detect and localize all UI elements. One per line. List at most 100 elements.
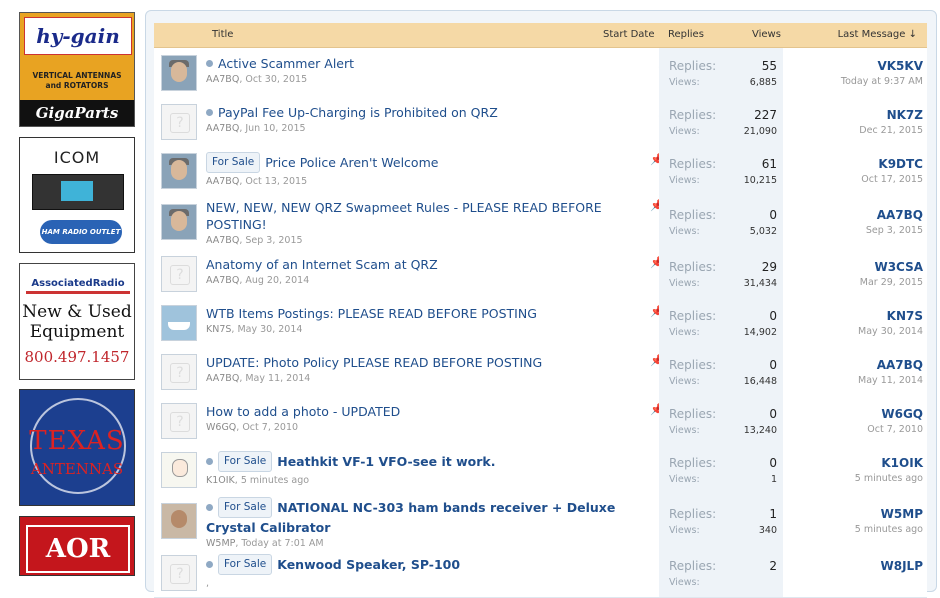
thread-stats: Replies: 29 Views: 31,434 — [659, 249, 783, 298]
icom-logo: ICOM — [53, 148, 101, 167]
last-poster[interactable]: K1OIK — [783, 456, 923, 470]
header-last-message[interactable]: Last Message ↓ — [838, 29, 917, 40]
placeholder-avatar-icon: ? — [170, 113, 190, 133]
header-start-date[interactable]: Start Date — [603, 29, 655, 40]
thread-row[interactable]: ? For Sale Kenwood Speaker, SP-100, Replie… — [154, 548, 927, 598]
last-poster[interactable]: NK7Z — [783, 108, 923, 122]
thread-author[interactable]: AA7BQ — [206, 176, 239, 187]
thread-title[interactable]: Kenwood Speaker, SP-100 — [277, 557, 460, 572]
thread-author[interactable]: AA7BQ — [206, 373, 239, 384]
avatar[interactable] — [161, 503, 197, 539]
last-poster[interactable]: W8JLP — [783, 559, 924, 573]
thread-row[interactable]: Active Scammer AlertAA7BQ, Oct 30, 2015📌… — [154, 48, 927, 98]
views-count: 16,448 — [743, 376, 777, 387]
views-count: 14,902 — [743, 327, 777, 338]
thread-row[interactable]: NEW, NEW, NEW QRZ Swapmeet Rules - PLEAS… — [154, 195, 927, 250]
ad-texas-antennas-banner[interactable]: TEXAS ANTENNAS — [19, 389, 135, 506]
last-poster[interactable]: AA7BQ — [783, 208, 923, 222]
last-poster[interactable]: W5MP — [783, 507, 923, 521]
avatar[interactable]: ? — [161, 555, 197, 591]
last-poster[interactable]: W3CSA — [783, 260, 923, 274]
thread-start-date[interactable]: Sep 3, 2015 — [245, 235, 302, 246]
thread-row[interactable]: For Sale Price Police Aren't Welcome AA7BQ… — [154, 146, 927, 196]
avatar[interactable]: ? — [161, 104, 197, 140]
header-replies[interactable]: Replies — [668, 29, 704, 40]
views-label: Views: — [669, 226, 700, 237]
views-label: Views: — [669, 327, 700, 338]
thread-author[interactable]: AA7BQ — [206, 275, 239, 286]
ad-hygain-banner[interactable]: hy-gain VERTICAL ANTENNAS and ROTATORS G… — [19, 12, 135, 127]
unread-icon — [206, 109, 213, 116]
thread-start-date[interactable]: Aug 20, 2014 — [245, 275, 309, 286]
last-message: KN7S May 30, 2014 — [783, 309, 923, 337]
header-title[interactable]: Title — [212, 29, 233, 40]
thread-start-date[interactable]: May 11, 2014 — [245, 373, 310, 384]
thread-title[interactable]: UPDATE: Photo Policy PLEASE READ BEFORE … — [206, 355, 542, 370]
last-poster[interactable]: K9DTC — [783, 157, 923, 171]
prefix-badge[interactable]: For Sale — [206, 152, 261, 173]
thread-title[interactable]: PayPal Fee Up-Charging is Prohibited on … — [218, 105, 498, 120]
avatar[interactable] — [161, 153, 197, 189]
last-post-time[interactable]: Oct 7, 2010 — [783, 424, 923, 435]
prefix-badge[interactable]: For Sale — [218, 497, 273, 518]
thread-title[interactable]: Active Scammer Alert — [218, 56, 354, 71]
avatar[interactable] — [161, 55, 197, 91]
last-post-time[interactable]: May 30, 2014 — [783, 326, 923, 337]
avatar[interactable]: ? — [161, 256, 197, 292]
thread-title[interactable]: Heathkit VF-1 VFO-see it work. — [277, 454, 495, 469]
thread-start-date[interactable]: May 30, 2014 — [237, 324, 302, 335]
thread-row[interactable]: ? Anatomy of an Internet Scam at QRZ AA7BQ… — [154, 249, 927, 299]
last-post-time[interactable]: Sep 3, 2015 — [783, 225, 923, 236]
thread-start-date[interactable]: Jun 10, 2015 — [245, 123, 305, 134]
ad-aor-banner[interactable]: AOR — [19, 516, 135, 576]
avatar[interactable] — [161, 204, 197, 240]
replies-label: Replies: — [669, 507, 717, 521]
thread-author[interactable]: AA7BQ — [206, 74, 239, 85]
avatar[interactable]: ? — [161, 354, 197, 390]
prefix-badge[interactable]: For Sale — [218, 451, 273, 472]
thread-title[interactable]: Anatomy of an Internet Scam at QRZ — [206, 257, 438, 272]
thread-author[interactable]: AA7BQ — [206, 235, 239, 246]
last-poster[interactable]: W6GQ — [783, 407, 923, 421]
thread-author[interactable]: W6GQ — [206, 422, 236, 433]
thread-start-date[interactable]: 5 minutes ago — [241, 475, 309, 486]
avatar[interactable] — [161, 305, 197, 341]
last-post-time[interactable]: May 11, 2014 — [783, 375, 923, 386]
thread-row[interactable]: ? How to add a photo - UPDATED W6GQ, Oct 7… — [154, 396, 927, 446]
thread-title[interactable]: WTB Items Postings: PLEASE READ BEFORE P… — [206, 306, 537, 321]
header-views[interactable]: Views — [752, 29, 781, 40]
thread-start-date[interactable]: Oct 7, 2010 — [242, 422, 298, 433]
thread-row[interactable]: ? PayPal Fee Up-Charging is Prohibited on… — [154, 97, 927, 147]
last-poster[interactable]: VK5KV — [783, 59, 923, 73]
thread-author[interactable]: KN7S — [206, 324, 231, 335]
last-post-time[interactable]: Mar 29, 2015 — [783, 277, 923, 288]
thread-row[interactable]: For Sale Heathkit VF-1 VFO-see it work. K1… — [154, 445, 927, 495]
associated-radio-logo: AssociatedRadio — [26, 278, 130, 294]
last-poster[interactable]: AA7BQ — [783, 358, 923, 372]
thread-start-date[interactable]: Oct 30, 2015 — [245, 74, 307, 85]
thread-list-header: Title Start Date Replies Views Last Mess… — [154, 23, 927, 48]
thread-title[interactable]: How to add a photo - UPDATED — [206, 404, 400, 419]
thread-start-date[interactable]: Oct 13, 2015 — [245, 176, 307, 187]
last-message: NK7Z Dec 21, 2015 — [783, 108, 923, 136]
last-post-time[interactable]: Oct 17, 2015 — [783, 174, 923, 185]
ad-icom-banner[interactable]: ICOM HAM RADIO OUTLET — [19, 137, 135, 253]
thread-title[interactable]: NEW, NEW, NEW QRZ Swapmeet Rules - PLEAS… — [206, 200, 602, 232]
last-poster[interactable]: KN7S — [783, 309, 923, 323]
thread-row[interactable]: ? UPDATE: Photo Policy PLEASE READ BEFORE… — [154, 347, 927, 397]
avatar[interactable] — [161, 452, 197, 488]
ad-associated-radio-banner[interactable]: AssociatedRadio New & Used Equipment 800… — [19, 263, 135, 380]
thread-author[interactable]: AA7BQ — [206, 123, 239, 134]
thread-author[interactable]: K1OIK — [206, 475, 235, 486]
avatar[interactable]: ? — [161, 403, 197, 439]
prefix-badge[interactable]: For Sale — [218, 554, 273, 575]
thread-title[interactable]: Price Police Aren't Welcome — [265, 155, 438, 170]
last-post-time[interactable]: 5 minutes ago — [783, 473, 923, 484]
last-post-time[interactable]: 5 minutes ago — [783, 524, 923, 535]
views-count: 21,090 — [743, 126, 777, 137]
last-message: W8JLP — [783, 559, 924, 576]
last-post-time[interactable]: Dec 21, 2015 — [783, 125, 923, 136]
thread-row[interactable]: For Sale NATIONAL NC-303 ham bands receiv… — [154, 494, 927, 549]
last-post-time[interactable]: Today at 9:37 AM — [783, 76, 923, 87]
thread-row[interactable]: WTB Items Postings: PLEASE READ BEFORE P… — [154, 298, 927, 348]
